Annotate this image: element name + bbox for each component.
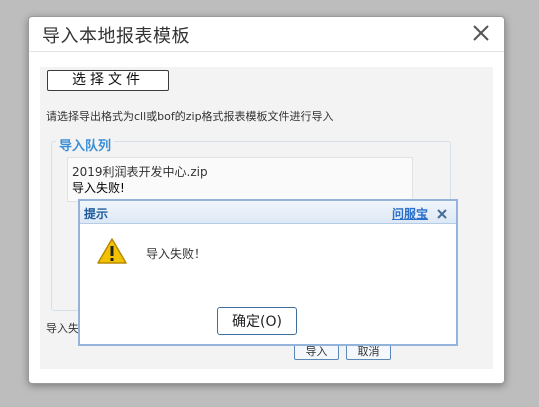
choose-file-button[interactable]: 选择文件 [47,70,169,91]
queue-file-name: 2019利润表开发中心.zip [72,165,208,179]
help-link[interactable]: 问服宝 [392,205,428,222]
import-button[interactable]: 导入 [294,344,339,360]
alert-message: 导入失败！ [146,247,207,261]
import-status-text: 导入失 [46,322,79,335]
queue-file-status: 导入失败! [72,181,125,195]
dialog-header: 导入本地报表模板 [29,17,504,52]
dialog-title: 导入本地报表模板 [42,26,190,47]
cancel-button[interactable]: 取消 [346,344,391,360]
alert-title: 提示 [84,207,109,221]
warning-icon [96,237,128,265]
format-hint: 请选择导出格式为cll或bof的zip格式报表模板文件进行导入 [46,110,334,123]
close-icon[interactable] [436,205,448,219]
import-queue-legend: 导入队列 [56,135,115,154]
list-item: 2019利润表开发中心.zip 导入失败! [67,157,413,202]
alert-dialog: 提示 问服宝 导入失败！ 确定(O) [78,199,458,346]
ok-button[interactable]: 确定(O) [217,307,297,335]
alert-header: 提示 问服宝 [80,201,456,224]
close-icon[interactable] [470,20,492,46]
